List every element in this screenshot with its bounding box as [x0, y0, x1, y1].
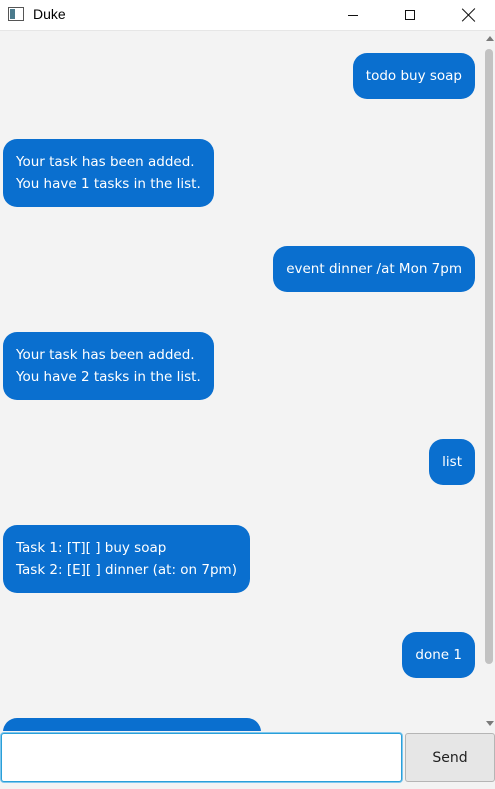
scroll-up-arrow-icon[interactable] [486, 36, 494, 41]
bot-message-bubble [3, 718, 261, 731]
maximize-icon [405, 10, 415, 20]
minimize-icon [348, 14, 358, 16]
duke-window: Duke todo buy soap Your task has been ad… [0, 0, 495, 789]
chat-dialog-area[interactable]: todo buy soap Your task has been added. … [0, 31, 483, 731]
message-text: event dinner /at Mon 7pm [286, 261, 462, 277]
message-text: Task 2: [E][ ] dinner (at: on 7pm) [16, 562, 237, 578]
message-text: Your task has been added. [16, 347, 195, 363]
bot-message-bubble: Your task has been added. You have 2 tas… [3, 332, 214, 400]
send-button[interactable]: Send [405, 733, 495, 782]
message-text: You have 1 tasks in the list. [16, 176, 201, 192]
bot-message-bubble: Task 1: [T][ ] buy soap Task 2: [E][ ] d… [3, 525, 250, 593]
message-text: Task 1: [T][ ] buy soap [16, 540, 167, 556]
message-text: done 1 [415, 647, 462, 663]
input-row: Send [0, 731, 495, 789]
user-message-bubble: todo buy soap [352, 53, 475, 99]
message-text: todo buy soap [365, 68, 462, 84]
scrollbar-thumb[interactable] [485, 49, 493, 664]
close-icon [462, 8, 476, 22]
message-text: list [442, 454, 462, 470]
message-input[interactable] [1, 733, 402, 782]
close-button[interactable] [446, 0, 492, 30]
bot-message-bubble: Your task has been added. You have 1 tas… [3, 139, 214, 207]
maximize-button[interactable] [387, 0, 433, 30]
window-title: Duke [33, 6, 66, 22]
user-message-bubble: done 1 [402, 632, 475, 678]
user-message-bubble: list [429, 439, 475, 485]
user-message-bubble: event dinner /at Mon 7pm [273, 246, 475, 292]
scroll-down-arrow-icon[interactable] [486, 721, 494, 726]
message-text: Your task has been added. [16, 154, 195, 170]
app-icon [8, 7, 24, 21]
message-text: You have 2 tasks in the list. [16, 369, 201, 385]
vertical-scrollbar[interactable] [483, 31, 495, 731]
title-bar: Duke [0, 0, 495, 31]
minimize-button[interactable] [330, 0, 376, 30]
